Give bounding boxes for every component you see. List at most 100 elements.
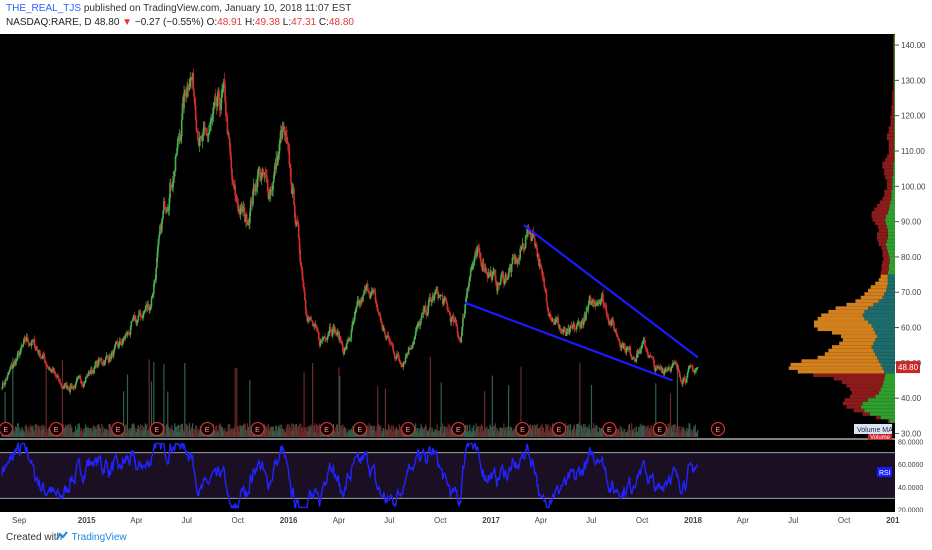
volume-profile-down-bar <box>892 94 895 99</box>
earnings-marker-label: E <box>456 427 461 434</box>
volume-profile-up-bar <box>886 285 895 289</box>
time-tick-label: Apr <box>737 516 750 525</box>
ohlc-legend: NASDAQ:RARE, D 48.80 ▼ −0.27 (−0.55%) O:… <box>6 17 354 28</box>
volume-profile-up-bar <box>877 355 895 360</box>
chart-canvas[interactable]: EEEEEEEEEEEEEEE RSI 30.0040.0050.0060.00… <box>0 34 932 527</box>
volume-ma-label: Volume MA <box>857 427 893 434</box>
volume-profile-up-bar <box>894 38 895 42</box>
author-link[interactable]: THE_REAL_TJS <box>6 3 81 14</box>
volume-profile-up-bar <box>894 154 895 159</box>
volume-profile-down-bar <box>839 341 874 346</box>
price-tick-label: 40.00 <box>901 394 922 403</box>
volume-profile-down-bar <box>883 256 890 261</box>
volume-profile-down-bar <box>878 228 888 233</box>
volume-profile-up-bar <box>893 161 895 166</box>
candle-body <box>685 377 688 383</box>
volume-profile-up-bar <box>884 292 895 296</box>
earnings-marker-label: E <box>357 427 362 434</box>
close-label: C: <box>318 17 329 28</box>
volume-profile-down-bar <box>882 260 890 264</box>
candle-body <box>175 155 178 157</box>
volume-profile-down-bar <box>893 80 895 84</box>
volume-profile-up-bar <box>873 341 895 346</box>
volume-profile-up-bar <box>887 278 895 282</box>
volume-profile-down-bar <box>842 338 876 342</box>
candle-body <box>174 156 177 172</box>
volume-bar <box>148 359 150 437</box>
change-value: −0.27 (−0.55%) <box>134 17 204 28</box>
volume-profile-down-bar <box>877 239 887 243</box>
volume-profile-down-bar <box>893 55 895 60</box>
volume-bar <box>676 363 679 437</box>
candle-body <box>644 340 646 346</box>
rsi-tick-label: 40.0000 <box>898 485 923 492</box>
volume-profile-down-bar <box>888 150 895 155</box>
volume-profile-up-bar <box>894 73 895 77</box>
volume-profile-up-bar <box>888 263 895 268</box>
candle-body <box>413 339 415 345</box>
candle-body <box>412 344 415 346</box>
price-tick-label: 100.00 <box>901 182 926 191</box>
volume-profile-up-bar <box>888 267 895 272</box>
volume-profile-up-bar <box>875 338 895 342</box>
volume-profile-down-bar <box>893 48 895 53</box>
symbol-label[interactable]: NASDAQ:RARE, D <box>6 17 92 28</box>
volume-profile-up-bar <box>894 129 895 134</box>
volume-profile-down-bar <box>842 401 863 406</box>
volume-profile-down-bar <box>890 119 895 123</box>
volume-profile-up-bar <box>886 246 895 250</box>
open-value: 48.91 <box>217 17 243 28</box>
high-value: 49.38 <box>254 17 280 28</box>
time-tick-label: 2018 <box>684 516 702 525</box>
volume-profile-down-bar <box>862 412 870 416</box>
volume-profile-down-bar <box>882 161 894 166</box>
volume-profile-down-bar <box>877 235 888 240</box>
volume-profile-down-bar <box>841 334 877 339</box>
volume-bar <box>249 379 251 437</box>
volume-profile-down-bar <box>888 140 895 144</box>
candle-body <box>324 336 326 339</box>
volume-profile-up-bar <box>894 87 895 91</box>
earnings-marker-label: E <box>557 427 562 434</box>
volume-profile-up-bar <box>894 69 895 74</box>
volume-bar <box>507 385 510 437</box>
time-tick-label: Oct <box>231 516 244 525</box>
volume-profile-up-bar <box>894 147 895 151</box>
volume-profile-down-bar <box>891 105 895 109</box>
volume-profile-up-bar <box>891 189 895 194</box>
volume-profile-up-bar <box>889 203 895 208</box>
volume-profile-up-bar <box>871 345 895 349</box>
volume-profile-down-bar <box>877 232 888 236</box>
volume-profile-up-bar <box>878 299 895 303</box>
volume-profile-down-bar <box>888 126 895 130</box>
volume-profile-up-bar <box>887 211 895 215</box>
volume-profile-down-bar <box>877 225 887 229</box>
volume-profile-up-bar <box>894 119 895 123</box>
volume-bar <box>45 365 47 437</box>
volume-profile-up-bar <box>894 115 895 120</box>
volume-profile-up-bar <box>880 387 895 392</box>
volume-profile-down-bar <box>841 380 884 385</box>
volume-profile-up-bar <box>894 143 895 148</box>
time-tick-label: Jul <box>384 516 394 525</box>
volume-profile-up-bar <box>893 172 895 176</box>
down-arrow-icon: ▼ <box>122 17 133 28</box>
tradingview-logo[interactable]: TradingView <box>55 531 127 543</box>
price-tick-label: 60.00 <box>901 324 922 333</box>
volume-profile-up-bar <box>889 256 895 261</box>
volume-profile-up-bar <box>894 122 895 127</box>
created-with: Created with <box>6 532 63 543</box>
volume-profile-down-bar <box>844 398 868 402</box>
candle-body <box>398 357 401 361</box>
volume-profile-up-bar <box>894 126 895 130</box>
volume-profile-down-bar <box>882 249 888 254</box>
volume-profile-up-bar <box>887 281 895 286</box>
volume-profile-up-bar <box>885 373 895 377</box>
volume-profile-up-bar <box>885 218 895 222</box>
volume-profile-up-bar <box>892 179 895 183</box>
volume-profile-up-bar <box>886 225 895 229</box>
volume-profile-up-bar <box>890 200 895 204</box>
volume-profile-up-bar <box>862 401 895 406</box>
volume-profile-up-bar <box>888 207 895 212</box>
candle-body <box>150 297 153 307</box>
